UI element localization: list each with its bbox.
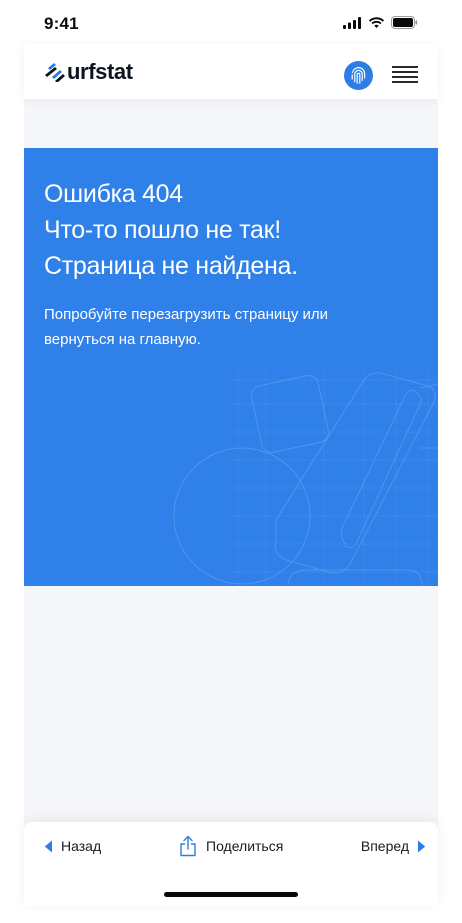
status-icons — [343, 16, 418, 29]
menu-line — [392, 71, 418, 73]
menu-line — [392, 81, 418, 83]
site-header: urfstat — [24, 44, 438, 99]
error-title-line-3: Страница не найдена. — [44, 252, 298, 280]
error-title: Ошибка 404 Что-то пошло не так! Страница… — [44, 176, 424, 284]
share-icon — [180, 835, 196, 857]
forward-arrow-icon — [418, 840, 426, 852]
bottom-nav-bar: Назад Поделиться Вперед — [24, 822, 438, 906]
forward-button[interactable]: Вперед — [361, 838, 426, 854]
back-label: Назад — [61, 838, 102, 854]
status-bar: 9:41 — [0, 0, 462, 46]
error-subtitle: Попробуйте перезагрузить страницу или ве… — [44, 306, 329, 348]
share-button[interactable]: Поделиться — [178, 835, 283, 857]
fingerprint-icon — [351, 66, 366, 84]
signal-icon — [343, 16, 361, 29]
hamburger-menu-button[interactable] — [392, 66, 418, 84]
menu-line — [392, 76, 418, 78]
share-label: Поделиться — [206, 838, 284, 854]
forward-label: Вперед — [360, 838, 409, 854]
page: urfstat Ошибка 404 Что-то пошло не так! … — [24, 44, 438, 906]
menu-line — [392, 66, 418, 68]
error-title-line-2: Что-то пошло не так! — [44, 216, 281, 244]
logo-s-icon — [45, 63, 65, 82]
back-button[interactable]: Назад — [44, 838, 101, 854]
error-hero: Ошибка 404 Что-то пошло не так! Страница… — [24, 148, 438, 586]
surfstat-logo[interactable]: urfstat — [44, 60, 133, 84]
home-indicator — [164, 892, 298, 897]
fingerprint-button[interactable] — [344, 61, 373, 90]
status-time: 9:41 — [44, 14, 79, 33]
logo-text: urfstat — [67, 59, 133, 84]
wifi-icon — [368, 16, 385, 28]
back-arrow-icon — [44, 840, 52, 852]
error-title-line-1: Ошибка 404 — [44, 180, 183, 208]
battery-icon — [391, 16, 418, 29]
